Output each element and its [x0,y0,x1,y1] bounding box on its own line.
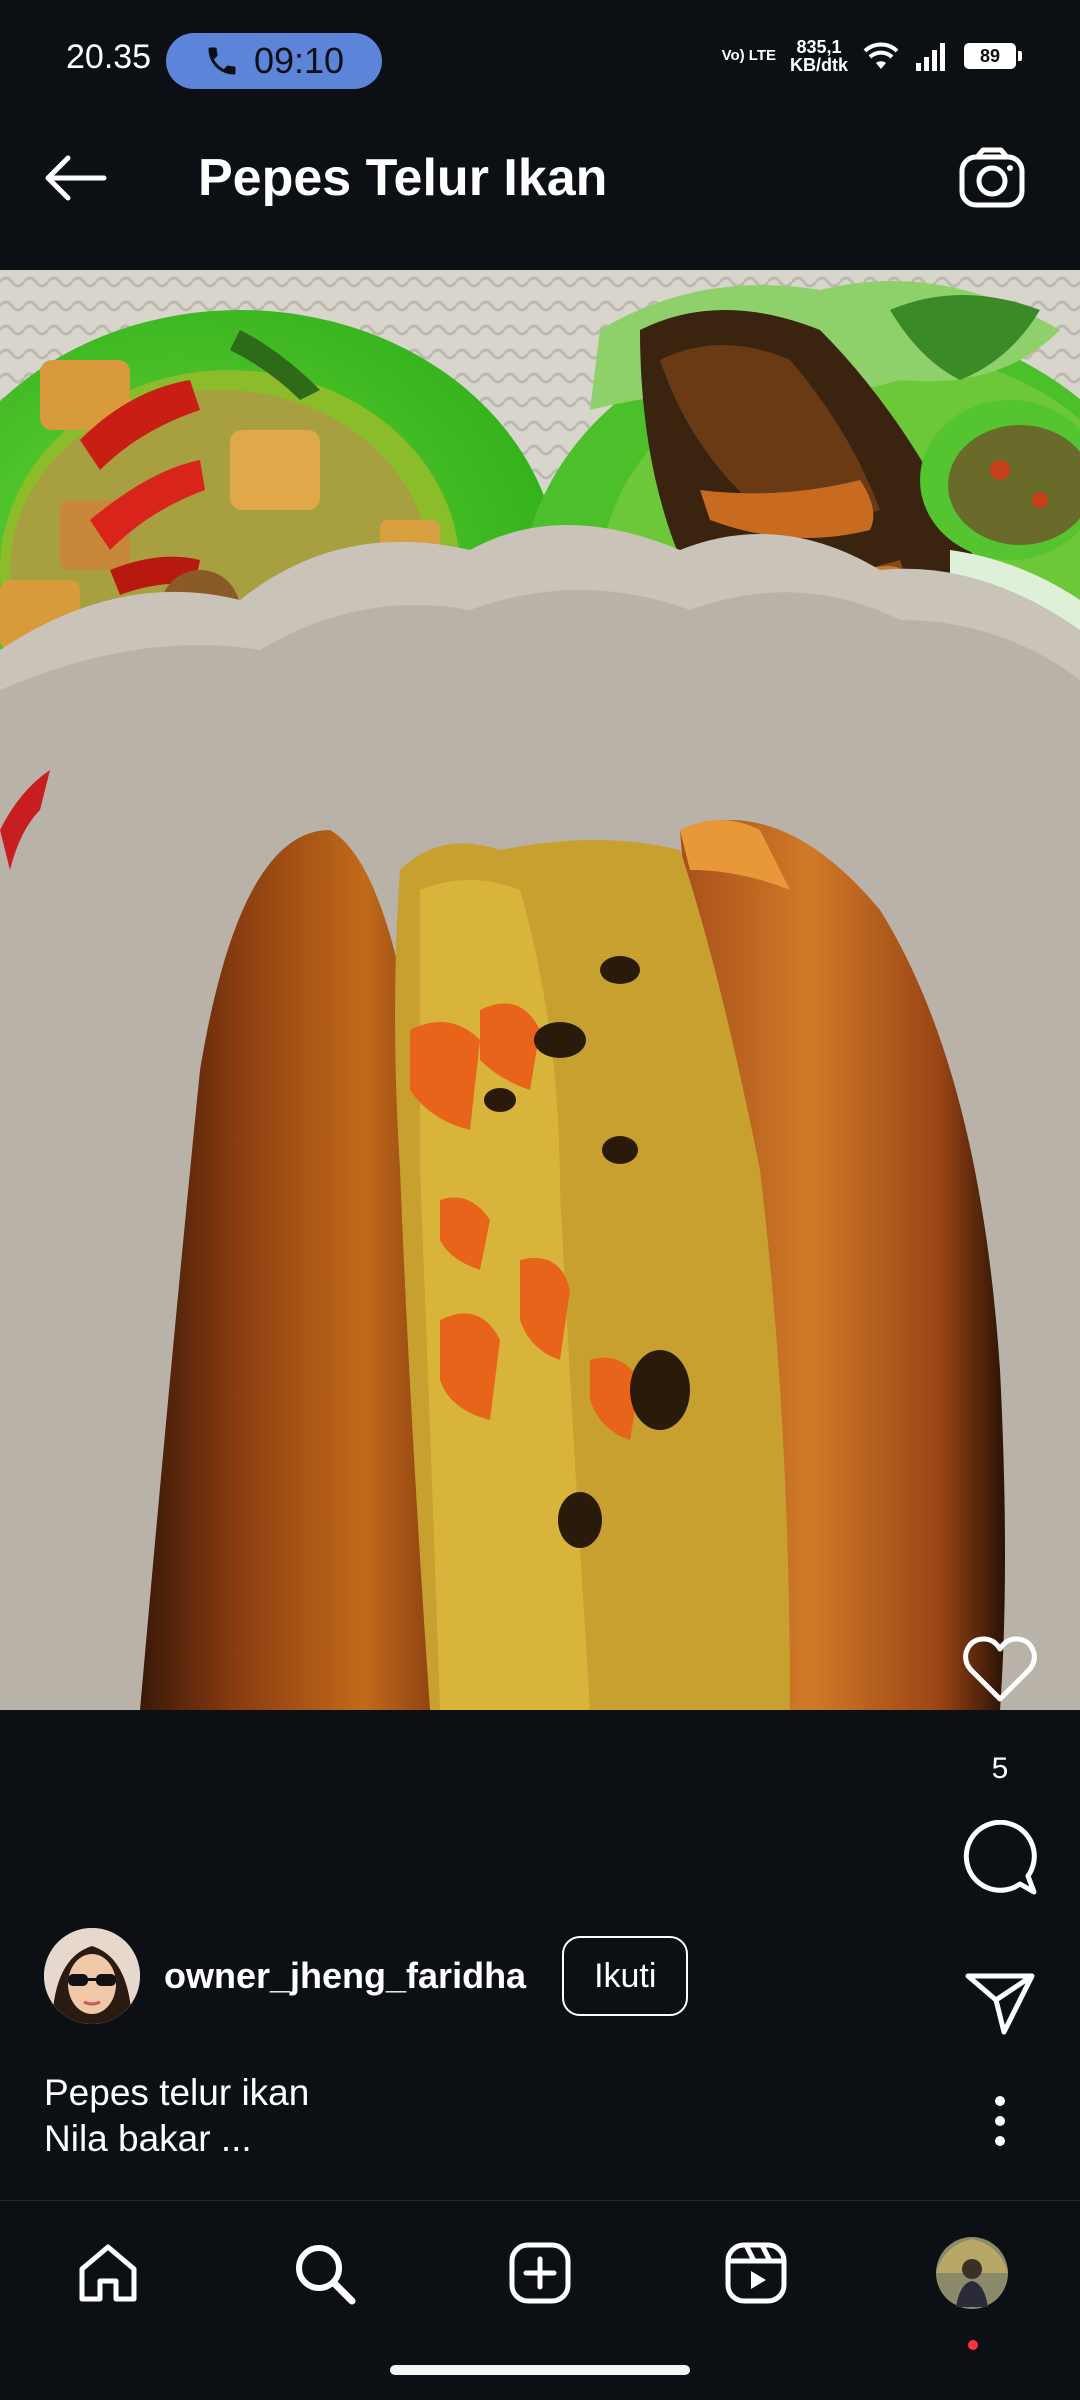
nav-profile[interactable] [932,2233,1012,2313]
wifi-icon [863,42,899,69]
nav-search[interactable] [284,2233,364,2313]
top-app-bar: Pepes Telur Ikan [0,92,1080,270]
author-username[interactable]: owner_jheng_faridha [164,1955,526,1997]
paper-plane-icon [965,1973,1035,2035]
camera-icon [959,147,1025,208]
battery-indicator: 89 [964,43,1022,69]
nav-create[interactable] [500,2233,580,2313]
camera-button[interactable] [954,140,1030,216]
gesture-handle[interactable] [390,2365,690,2375]
status-time: 20.35 [66,38,152,76]
network-speed: 835,1 KB/dtk [790,38,848,74]
notification-dot [968,2340,978,2350]
nav-home[interactable] [68,2233,148,2313]
reels-icon [725,2242,787,2304]
post-author: owner_jheng_faridha Ikuti [44,1928,689,2024]
signal-icon [916,43,945,71]
follow-button[interactable]: Ikuti [562,1936,689,2016]
comment-button[interactable] [950,1820,1050,1896]
share-button[interactable] [950,1970,1050,2036]
post-caption[interactable]: Pepes telur ikan Nila bakar ... [44,2070,309,2162]
like-button[interactable] [950,1635,1050,1703]
food-photo [0,270,1080,1710]
create-icon [509,2242,571,2304]
network-speed-value: 835,1 [796,37,842,57]
call-timer: 09:10 [253,40,345,81]
home-icon [79,2244,137,2302]
nav-reels[interactable] [716,2233,796,2313]
comment-icon [963,1820,1037,1895]
like-count[interactable]: 5 [950,1752,1050,1786]
network-speed-unit: KB/dtk [790,55,848,75]
post-image[interactable] [0,270,1080,1710]
search-icon [296,2245,356,2305]
author-photo [44,1928,140,2024]
author-avatar[interactable] [44,1928,140,2024]
profile-avatar [936,2237,1008,2309]
status-indicators: Vo) LTE 835,1 KB/dtk 89 [721,38,1022,74]
caption-line: Nila bakar ... [44,2118,252,2159]
back-button[interactable] [40,142,112,214]
arrow-left-icon [45,155,107,201]
ongoing-call-pill[interactable]: 09:10 [166,33,382,89]
heart-icon [963,1636,1037,1702]
more-vertical-icon [995,2096,1005,2146]
more-button[interactable] [950,2095,1050,2147]
status-bar: 20.35 09:10 Vo) LTE 835,1 KB/dtk 89 [0,0,1080,92]
volte-indicator: Vo) LTE [721,47,776,64]
caption-line: Pepes telur ikan [44,2072,310,2113]
phone-icon [208,47,236,75]
page-title: Pepes Telur Ikan [198,149,608,207]
